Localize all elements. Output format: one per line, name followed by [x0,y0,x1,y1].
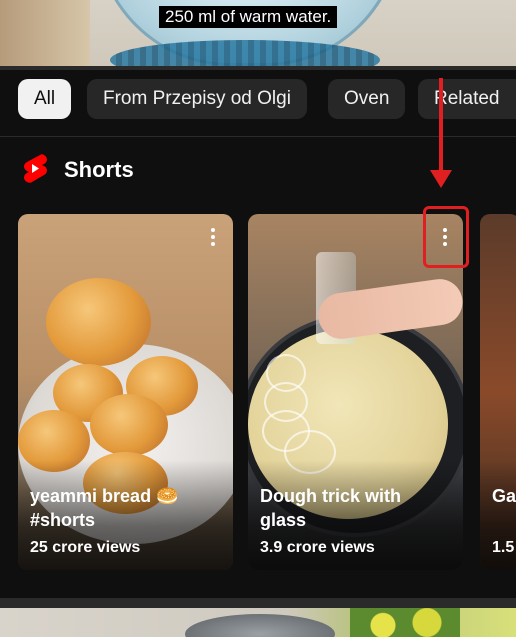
shorts-card-views: 3.9 crore views [260,539,375,556]
youtube-shorts-icon [24,154,47,183]
bowl-base-image [110,40,380,66]
arrow-down-icon [430,170,452,188]
chip-related[interactable]: Related [418,79,516,119]
shorts-card-title: Dough trick with glass [260,486,401,530]
chip-from-channel[interactable]: From Przepisy od Olgi [87,79,307,119]
bun-image [90,394,168,456]
video-background [0,0,90,66]
shorts-card-views: 25 crore views [30,539,141,556]
annotation-arrow [439,78,443,178]
plant-image [350,608,460,637]
divider [0,598,516,608]
video-subtitle: 250 ml of warm water. [159,6,338,28]
annotation-highlight-box [423,206,469,268]
pot-image [185,614,335,637]
next-video-thumbnail[interactable] [0,608,516,637]
chip-oven[interactable]: Oven [328,79,406,119]
chip-all[interactable]: All [18,79,72,119]
shorts-card-title: Ga che [492,486,516,506]
shorts-card[interactable]: Ga che 1.5 [480,214,516,570]
bun-image [46,278,151,366]
more-vert-icon[interactable] [208,228,218,250]
shorts-card[interactable]: yeammi bread 🥯 #shorts 25 crore views [18,214,233,570]
video-player-preview[interactable]: 250 ml of warm water. [0,0,516,66]
shorts-card-title: yeammi bread 🥯 #shorts [30,486,179,530]
shorts-card-views: 1.5 [492,539,515,556]
shorts-section-title: Shorts [64,157,134,182]
